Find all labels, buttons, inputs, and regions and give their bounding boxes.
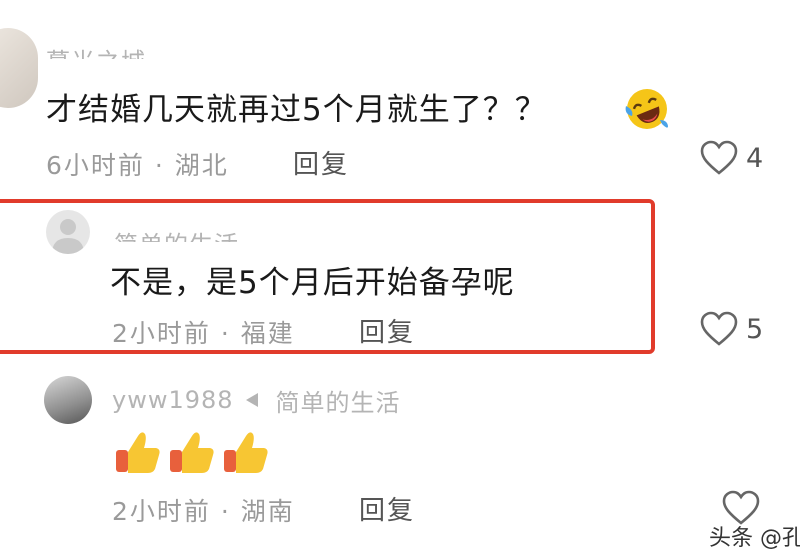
comment-text-content: 才结婚几天就再过5个月就生了？？ (46, 92, 547, 128)
reply-arrow-icon (245, 393, 258, 407)
watermark: 头条 @孔 (709, 526, 800, 551)
reply-button[interactable]: 回复 (359, 490, 415, 527)
default-avatar-icon (52, 219, 84, 254)
avatar[interactable] (0, 28, 38, 108)
laughing-tears-emoji-icon (625, 89, 668, 129)
like-button[interactable]: 4 (700, 140, 763, 176)
comment-username[interactable]: yww1988 (112, 386, 234, 414)
thumbs-up-emoji-icon (224, 432, 268, 473)
comment-time-location: 6小时前 · 湖北 (46, 151, 229, 180)
thumbs-up-emoji-icon (170, 432, 214, 473)
heart-icon (700, 140, 738, 175)
comment-time-location: 2小时前 · 福建 (112, 319, 295, 348)
comment-time-location: 2小时前 · 湖南 (112, 497, 295, 526)
thumbs-up-emoji-icon (116, 432, 160, 473)
reply-to-username[interactable]: 简单的生活 (276, 386, 401, 415)
heart-icon (700, 311, 738, 346)
comment-username-line: yww1988 简单的生活 (112, 386, 401, 414)
like-button[interactable]: 5 (700, 311, 763, 347)
reply-button[interactable]: 回复 (293, 144, 349, 181)
comment-username[interactable]: 简单的生活 (114, 225, 239, 242)
comment-emoji-row (114, 430, 270, 474)
reply-button[interactable]: 回复 (359, 312, 415, 349)
like-count: 4 (746, 142, 764, 174)
avatar[interactable] (44, 376, 92, 424)
comment-text: 不是，是5个月后开始备孕呢 (110, 265, 515, 301)
comment-username[interactable]: 暮光之城 (46, 42, 146, 59)
avatar[interactable] (46, 210, 90, 254)
like-count: 5 (746, 313, 764, 345)
comment-text: 才结婚几天就再过5个月就生了？？ (46, 84, 547, 129)
